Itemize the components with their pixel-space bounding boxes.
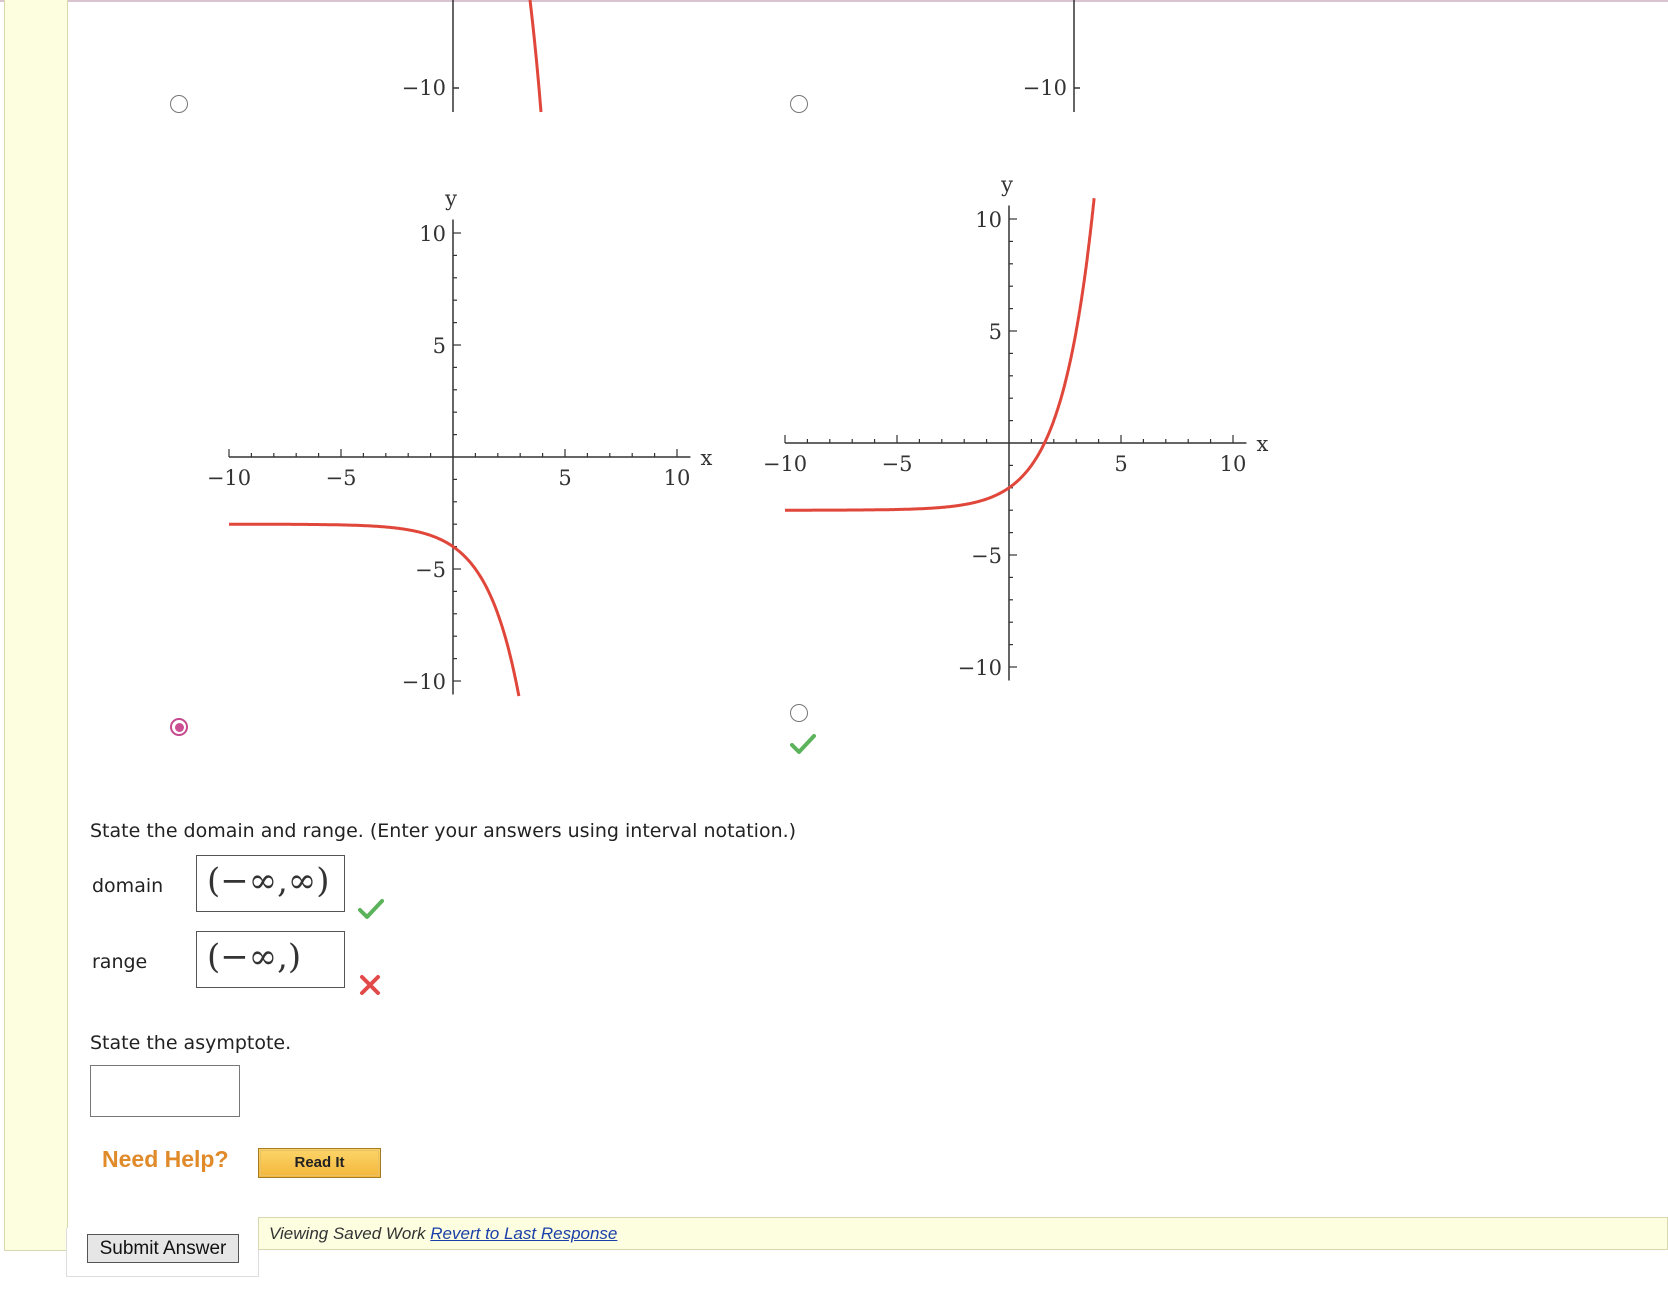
x-tick-label: −10 bbox=[207, 466, 251, 490]
x-tick-label: 5 bbox=[1114, 452, 1127, 476]
range-label: range bbox=[92, 951, 148, 973]
graph-option-4: −10 −5 5 10 10 5 −5 −10 x y bbox=[763, 173, 1268, 681]
need-help-label: Need Help? bbox=[102, 1146, 229, 1172]
saved-work-text: Viewing Saved Work bbox=[269, 1224, 426, 1243]
domain-range-prompt: State the domain and range. (Enter your … bbox=[90, 820, 797, 842]
domain-input[interactable]: (−∞,∞) bbox=[196, 855, 345, 912]
radio-option-1[interactable] bbox=[170, 95, 188, 113]
y-tick-label: −10 bbox=[1023, 76, 1067, 100]
y-tick-label: 10 bbox=[419, 222, 446, 246]
y-tick-label: −5 bbox=[415, 558, 446, 582]
x-tick-label: −5 bbox=[326, 466, 357, 490]
function-curve bbox=[229, 522, 521, 697]
y-tick-label: −10 bbox=[402, 670, 446, 694]
check-icon bbox=[358, 899, 384, 919]
check-icon bbox=[790, 734, 816, 754]
radio-option-4[interactable] bbox=[790, 704, 808, 722]
y-tick-label: −10 bbox=[402, 76, 446, 100]
x-tick-label: −5 bbox=[882, 452, 913, 476]
y-tick-label: 10 bbox=[975, 208, 1002, 232]
left-margin-strip bbox=[4, 0, 68, 1251]
read-it-button[interactable]: Read It bbox=[258, 1148, 381, 1178]
saved-work-bar: Viewing Saved Work Revert to Last Respon… bbox=[258, 1217, 1668, 1250]
x-axis-label: x bbox=[700, 446, 712, 470]
curve bbox=[528, 0, 543, 113]
x-axis-label: x bbox=[1256, 432, 1268, 456]
y-tick-label: 5 bbox=[989, 320, 1002, 344]
x-tick-label: 10 bbox=[1220, 452, 1247, 476]
x-tick-label: −10 bbox=[763, 452, 807, 476]
y-tick-label: 5 bbox=[433, 334, 446, 358]
graph-option-3: −10 −5 5 10 10 5 −5 −10 x y bbox=[207, 187, 712, 697]
y-tick-label: −10 bbox=[958, 656, 1002, 680]
asymptote-input[interactable] bbox=[90, 1065, 240, 1117]
domain-label: domain bbox=[92, 875, 164, 897]
range-input[interactable]: (−∞,) bbox=[196, 931, 345, 988]
function-curve bbox=[785, 198, 1096, 512]
x-tick-label: 5 bbox=[558, 466, 571, 490]
y-tick-label: −5 bbox=[971, 544, 1002, 568]
radio-option-2[interactable] bbox=[790, 95, 808, 113]
submit-answer-button[interactable]: Submit Answer bbox=[87, 1234, 239, 1263]
y-axis-label: y bbox=[444, 187, 457, 211]
revert-link[interactable]: Revert to Last Response bbox=[430, 1224, 617, 1243]
x-tick-label: 10 bbox=[664, 466, 691, 490]
radio-option-3[interactable] bbox=[170, 718, 188, 736]
asymptote-prompt: State the asymptote. bbox=[90, 1032, 292, 1054]
y-axis-label: y bbox=[1000, 173, 1013, 197]
cross-icon bbox=[360, 975, 380, 995]
top-graph-left: −10 bbox=[402, 0, 543, 113]
top-graph-right: −10 bbox=[1023, 0, 1080, 112]
